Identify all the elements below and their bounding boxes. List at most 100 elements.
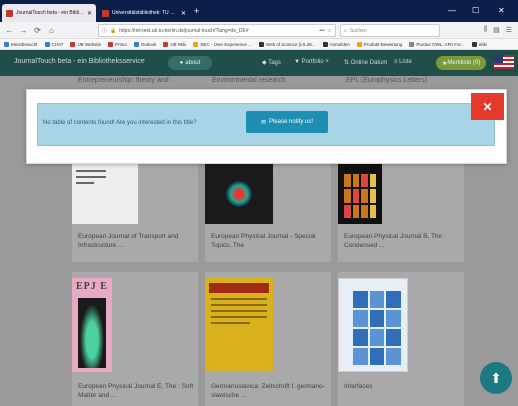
bookmark-icon <box>322 41 328 47</box>
nav-portfolio[interactable]: ▼ Portfolio ˅ <box>294 59 329 65</box>
site-header: JournalTouch beta - ein Bibliotheksservi… <box>0 50 518 76</box>
bookmark-icon <box>4 41 9 47</box>
search-placeholder: Suchen <box>349 27 367 34</box>
tab-label: Universitätsbibliothek: TU Berl... <box>112 10 178 16</box>
browser-tab-library[interactable]: Universitätsbibliothek: TU Berl... ✕ <box>98 4 190 22</box>
journal-title[interactable]: Interfaces <box>344 382 460 391</box>
bookmark-item[interactable]: Primo <box>108 41 127 47</box>
bookmark-icon <box>409 41 415 47</box>
url-text[interactable]: https://mil-test.ub.tu-berlin.de/journal… <box>119 28 316 34</box>
journal-title[interactable]: Germanoslavica: Zeitschrift f. germano-s… <box>211 382 327 400</box>
bookmark-icon <box>133 41 139 47</box>
bookmark-item[interactable]: UB Website <box>70 41 101 47</box>
cover-logo: EPJ E <box>76 281 108 292</box>
site-brand[interactable]: JournalTouch beta - ein Bibliotheksservi… <box>14 58 145 65</box>
page-actions-icon[interactable]: ••• <box>319 28 324 34</box>
bookmark-icon <box>356 41 362 47</box>
maximize-icon[interactable]: ☐ <box>472 7 479 15</box>
bookmark-item[interactable]: Meistbesucht <box>4 41 38 47</box>
bookmark-icon <box>471 41 477 47</box>
flag-us-icon[interactable] <box>494 55 514 69</box>
journal-cover[interactable] <box>205 164 273 224</box>
journal-cover[interactable] <box>338 278 408 372</box>
journal-card[interactable]: EPJ E European Physical Journal E, The :… <box>72 272 198 406</box>
journal-card[interactable]: Germanoslavica: Zeitschrift f. germano-s… <box>205 272 331 406</box>
envelope-icon: ✉ <box>260 119 266 126</box>
bookmark-item[interactable]: SEC - User Experience ... <box>193 41 252 47</box>
journal-title[interactable]: European Physical Journal - Special Topi… <box>211 232 327 250</box>
bookmark-icon <box>108 41 114 47</box>
bookmark-item[interactable]: CHAT <box>44 41 63 47</box>
journal-card[interactable]: European Physical Journal - Special Topi… <box>205 164 331 262</box>
partial-title[interactable]: Entrepreneurship: theory and <box>78 76 169 85</box>
tab-close-icon[interactable]: ✕ <box>87 10 92 17</box>
bookmark-icon <box>44 41 50 47</box>
arrow-up-icon: ⬆ <box>490 369 502 386</box>
journal-card[interactable]: European Journal of Transport and Infras… <box>72 164 198 262</box>
notify-button[interactable]: ✉ Please notify us! <box>246 111 328 133</box>
tab-favicon <box>102 9 109 17</box>
notify-button-label: Please notify us! <box>269 119 314 125</box>
journal-card[interactable]: Interfaces <box>338 272 464 406</box>
bookmark-icon <box>193 41 199 47</box>
back-icon[interactable]: ← <box>4 25 15 36</box>
journal-cover[interactable] <box>338 164 382 224</box>
bookmark-item[interactable]: Outlook <box>133 41 156 47</box>
tab-close-icon[interactable]: ✕ <box>181 10 186 17</box>
bookmark-icon <box>70 41 76 47</box>
sort-icon: ⇅ <box>344 60 351 66</box>
close-icon: ✕ <box>482 99 493 114</box>
tab-favicon <box>6 9 13 17</box>
forward-icon[interactable]: → <box>18 25 29 36</box>
bookmark-item[interactable]: Produkt-Bewertung <box>356 41 402 47</box>
modal-close-button[interactable]: ✕ <box>471 93 504 120</box>
window-close-icon[interactable]: ✕ <box>498 7 505 15</box>
journal-title[interactable]: European Physical Journal E, The : Soft … <box>78 382 194 400</box>
toolbar-icons: ⫼ ▤ ☰ <box>484 26 512 34</box>
bookmark-item[interactable]: Purdue OWL: APA For... <box>409 41 465 47</box>
browser-navbar: ← → ⟳ ⌂ ⓘ 🔒 https://mil-test.ub.tu-berli… <box>0 22 518 39</box>
scroll-top-button[interactable]: ⬆ <box>480 362 512 394</box>
bookmark-item[interactable]: Anmelden <box>322 41 350 47</box>
bookmark-icon <box>163 41 169 47</box>
search-input[interactable]: ⌕ Suchen <box>340 24 440 37</box>
partial-title[interactable]: Environmental research <box>212 76 286 85</box>
bookmark-item[interactable]: UB Wiki <box>163 41 186 47</box>
browser-tab-journaltouch[interactable]: JournalTouch beta - ein Bibliothe... ✕ <box>2 4 96 22</box>
journal-card[interactable]: European Physical Journal B, The : Conde… <box>338 164 464 262</box>
url-bar[interactable]: ⓘ 🔒 https://mil-test.ub.tu-berlin.de/jou… <box>98 24 336 37</box>
bookmark-item[interactable]: Wiki <box>471 41 487 47</box>
nav-tags[interactable]: ◆ Tags <box>262 59 281 66</box>
browser-titlebar: JournalTouch beta - ein Bibliothe... ✕ U… <box>0 0 518 22</box>
journal-cover[interactable]: EPJ E <box>72 278 112 372</box>
alert-message: No table of contents found! Are you inte… <box>43 120 197 126</box>
no-toc-modal: No table of contents found! Are you inte… <box>26 89 507 164</box>
bookmark-star-icon[interactable]: ☆ <box>328 28 332 34</box>
home-icon[interactable]: ⌂ <box>46 25 57 36</box>
journal-cover[interactable] <box>72 164 138 224</box>
search-icon: ⌕ <box>344 27 347 34</box>
journal-title[interactable]: European Journal of Transport and Infras… <box>78 232 194 250</box>
sidebar-icon[interactable]: ▤ <box>493 26 500 34</box>
new-tab-button[interactable]: + <box>194 6 199 16</box>
chevron-down-icon: ˅ <box>323 59 329 65</box>
reload-icon[interactable]: ⟳ <box>32 25 43 36</box>
minimize-icon[interactable]: — <box>448 7 456 15</box>
filter-icon: ▼ <box>294 59 302 65</box>
watchlist-button[interactable]: ★ Merkliste (0) <box>436 56 487 70</box>
nav-list[interactable]: ≡ Liste <box>394 59 412 65</box>
bookmark-item[interactable]: Web of Science [v.5.26... <box>258 41 316 47</box>
journal-title[interactable]: European Physical Journal B, The : Conde… <box>344 232 460 250</box>
nav-online-date[interactable]: ⇅ Online Datum <box>344 59 387 66</box>
alert-box: No table of contents found! Are you inte… <box>37 103 495 146</box>
info-icon[interactable]: ⓘ <box>102 27 107 34</box>
lock-icon: 🔒 <box>110 27 117 34</box>
menu-icon[interactable]: ☰ <box>506 26 512 34</box>
journal-cover[interactable] <box>205 278 273 372</box>
library-icon[interactable]: ⫼ <box>484 26 487 34</box>
bookmarks-bar: Meistbesucht CHAT UB Website Primo Outlo… <box>0 39 518 50</box>
bookmark-icon <box>258 41 264 47</box>
partial-title[interactable]: EPL (Europhysics Letters) <box>346 76 427 85</box>
info-icon: ● <box>179 60 184 66</box>
about-button[interactable]: ● about <box>168 56 212 70</box>
